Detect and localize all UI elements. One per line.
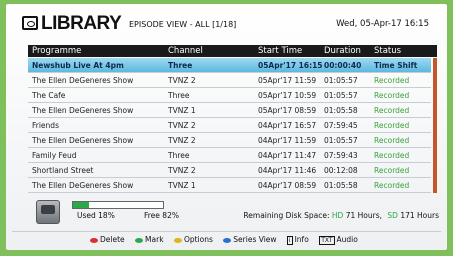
- page-title: LIBRARY: [41, 13, 122, 34]
- disk-free-label: Free 82%: [144, 211, 179, 220]
- date-time: Wed, 05-Apr-17 16:15: [336, 19, 429, 29]
- duration-cell: 00:12:08: [324, 166, 358, 175]
- start-time-cell: 04Apr'17 16:57: [258, 121, 317, 130]
- status-cell: Recorded: [374, 106, 410, 115]
- table-header: Programme Channel Start Time Duration St…: [28, 45, 437, 57]
- start-time-cell: 04Apr'17 11:46: [258, 166, 317, 175]
- options-action[interactable]: Options: [173, 235, 213, 244]
- hard-disk-icon: [36, 200, 60, 224]
- audio-label: Audio: [336, 235, 358, 244]
- column-header-start-time: Start Time: [258, 46, 303, 56]
- duration-cell: 07:59:45: [324, 121, 358, 130]
- duration-cell: 01:05:57: [324, 136, 358, 145]
- info-label: Info: [294, 235, 309, 244]
- start-time-cell: 05Apr'17 08:59: [258, 106, 317, 115]
- programme-cell: Newshub Live At 4pm: [32, 61, 124, 70]
- green-button-icon: [135, 237, 144, 243]
- audio-action[interactable]: TXT Audio: [319, 235, 358, 245]
- hd-hours: 71 Hours,: [345, 211, 382, 220]
- text-key-icon: TXT: [319, 235, 335, 245]
- table-row[interactable]: Family Feud Three 04Apr'17 11:47 07:59:4…: [28, 148, 431, 163]
- channel-cell: Three: [168, 151, 190, 160]
- channel-cell: TVNZ 2: [168, 136, 196, 145]
- start-time-cell: 05Apr'17 10:59: [258, 91, 317, 100]
- programme-cell: The Ellen DeGeneres Show: [32, 136, 134, 145]
- duration-cell: 00:00:40: [324, 61, 362, 70]
- disk-used-label: Used 18%: [77, 211, 115, 220]
- channel-cell: TVNZ 2: [168, 76, 196, 85]
- table-row[interactable]: The Ellen DeGeneres Show TVNZ 2 05Apr'17…: [28, 73, 431, 88]
- disk-usage-bar: [72, 201, 164, 209]
- yellow-button-icon: [173, 237, 182, 243]
- mark-action[interactable]: Mark: [135, 235, 164, 244]
- status-cell: Recorded: [374, 121, 410, 130]
- blue-button-icon: [223, 237, 232, 243]
- status-cell: Recorded: [374, 181, 410, 190]
- column-header-channel: Channel: [168, 46, 203, 56]
- mark-label: Mark: [145, 235, 164, 244]
- channel-cell: TVNZ 2: [168, 121, 196, 130]
- column-header-duration: Duration: [324, 46, 361, 56]
- table-row[interactable]: Shortland Street TVNZ 2 04Apr'17 11:46 0…: [28, 163, 431, 178]
- start-time-cell: 04Apr'17 11:59: [258, 136, 317, 145]
- duration-cell: 07:59:43: [324, 151, 358, 160]
- table-row[interactable]: Newshub Live At 4pm Three 05Apr'17 16:15…: [28, 58, 431, 73]
- tv-library-icon: [22, 16, 38, 30]
- delete-label: Delete: [100, 235, 125, 244]
- table-row[interactable]: The Ellen DeGeneres Show TVNZ 1 05Apr'17…: [28, 103, 431, 118]
- start-time-cell: 05Apr'17 11:59: [258, 76, 317, 85]
- start-time-cell: 04Apr'17 11:47: [258, 151, 317, 160]
- status-cell: Recorded: [374, 166, 410, 175]
- duration-cell: 01:05:57: [324, 76, 358, 85]
- start-time-cell: 05Apr'17 16:15: [258, 61, 323, 70]
- table-row[interactable]: The Ellen DeGeneres Show TVNZ 1 04Apr'17…: [28, 178, 431, 193]
- hd-label: HD: [331, 211, 344, 220]
- programme-cell: The Ellen DeGeneres Show: [32, 181, 134, 190]
- programme-cell: The Cafe: [32, 91, 66, 100]
- options-label: Options: [183, 235, 213, 244]
- series-view-label: Series View: [233, 235, 277, 244]
- recordings-list: Newshub Live At 4pm Three 05Apr'17 16:15…: [28, 58, 431, 193]
- status-cell: Recorded: [374, 136, 410, 145]
- remaining-label: Remaining Disk Space:: [243, 211, 330, 220]
- programme-cell: Shortland Street: [32, 166, 94, 175]
- footer-legend: Delete Mark Options Series View i Info TX…: [90, 235, 366, 245]
- scroll-thumb[interactable]: [433, 58, 437, 193]
- status-cell: Recorded: [374, 151, 410, 160]
- status-cell: Time Shift: [374, 61, 418, 70]
- info-action[interactable]: i Info: [286, 235, 309, 245]
- view-subtitle: EPISODE VIEW - ALL [1/18]: [129, 20, 237, 29]
- series-view-action[interactable]: Series View: [223, 235, 277, 244]
- channel-cell: TVNZ 2: [168, 166, 196, 175]
- status-cell: Recorded: [374, 76, 410, 85]
- sd-label: SD: [387, 211, 398, 220]
- column-header-status: Status: [374, 46, 402, 56]
- programme-cell: The Ellen DeGeneres Show: [32, 76, 134, 85]
- header: LIBRARY EPISODE VIEW - ALL [1/18] Wed, 0…: [22, 12, 433, 38]
- start-time-cell: 04Apr'17 08:59: [258, 181, 317, 190]
- list-scrollbar[interactable]: [433, 58, 437, 193]
- table-row[interactable]: The Cafe Three 05Apr'17 10:59 01:05:57 R…: [28, 88, 431, 103]
- sd-hours: 171 Hours: [400, 211, 439, 220]
- info-key-icon: i: [286, 235, 293, 245]
- channel-cell: TVNZ 1: [168, 181, 196, 190]
- red-button-icon: [90, 237, 98, 243]
- delete-action[interactable]: Delete: [90, 235, 125, 244]
- channel-cell: Three: [168, 61, 193, 70]
- channel-cell: Three: [168, 91, 190, 100]
- column-header-programme: Programme: [32, 46, 82, 56]
- duration-cell: 01:05:58: [324, 106, 358, 115]
- duration-cell: 01:05:58: [324, 181, 358, 190]
- table-row[interactable]: Friends TVNZ 2 04Apr'17 16:57 07:59:45 R…: [28, 118, 431, 133]
- programme-cell: The Ellen DeGeneres Show: [32, 106, 134, 115]
- programme-cell: Friends: [32, 121, 59, 130]
- programme-cell: Family Feud: [32, 151, 77, 160]
- duration-cell: 01:05:57: [324, 91, 358, 100]
- status-cell: Recorded: [374, 91, 410, 100]
- remaining-disk-space: Remaining Disk Space: HD 71 Hours, SD 17…: [243, 211, 439, 220]
- table-row[interactable]: The Ellen DeGeneres Show TVNZ 2 04Apr'17…: [28, 133, 431, 148]
- channel-cell: TVNZ 1: [168, 106, 196, 115]
- footer-divider: [12, 231, 441, 232]
- disk-usage-fill: [73, 202, 90, 208]
